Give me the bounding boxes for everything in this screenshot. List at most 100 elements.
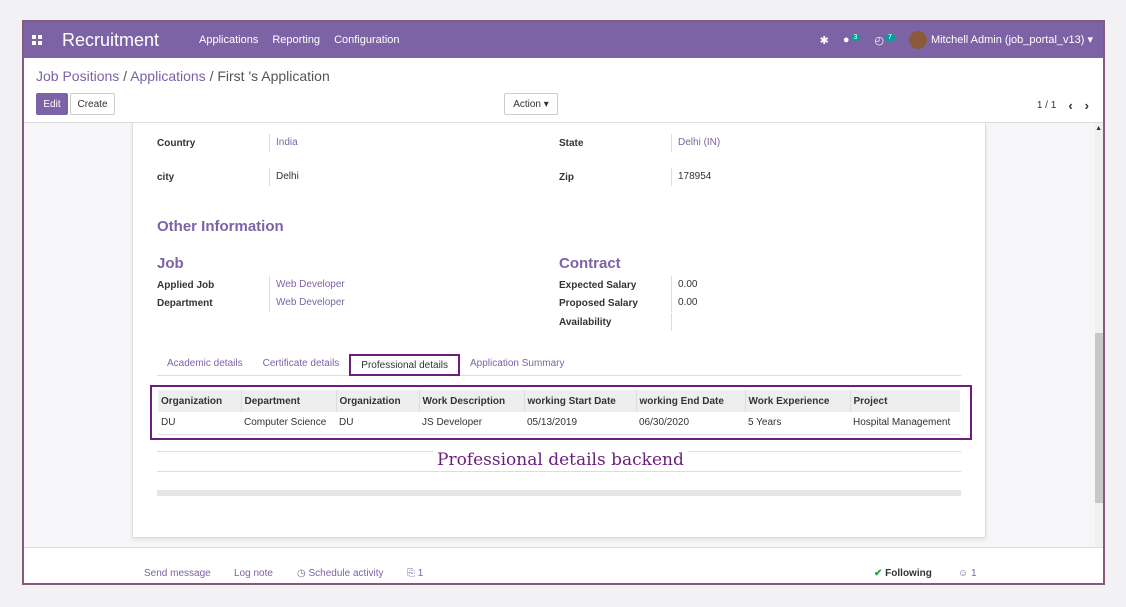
activities-icon[interactable]: ◴ 7 (874, 33, 895, 47)
department-value[interactable]: Web Developer (269, 294, 345, 312)
expected-salary-label: Expected Salary (559, 280, 637, 291)
top-navbar: Recruitment Applications Reporting Confi… (24, 22, 1103, 58)
followers-count: 1 (971, 568, 977, 579)
tab-professional-details[interactable]: Professional details (349, 354, 461, 376)
form-sheet: Country India State Delhi (IN) city Delh… (132, 123, 986, 538)
breadcrumb-applications[interactable]: Applications (130, 68, 206, 84)
job-section-title: Job (157, 255, 184, 272)
messages-badge: 3 (850, 34, 861, 41)
main-menu: Applications Reporting Configuration (199, 34, 399, 46)
zip-label: Zip (559, 172, 574, 183)
attachments-button[interactable]: ⎘ 1 (407, 568, 423, 579)
annotation-caption: Professional details backend (433, 450, 688, 470)
city-value: Delhi (269, 168, 299, 186)
availability-value (671, 313, 678, 331)
check-icon: ✔ (874, 568, 883, 579)
menu-configuration[interactable]: Configuration (334, 34, 399, 46)
breadcrumb-job-positions[interactable]: Job Positions (36, 68, 119, 84)
following-label: Following (885, 568, 932, 579)
notebook-tabs: Academic details Certificate details Pro… (157, 354, 961, 376)
pager-value[interactable]: 1 / 1 (1037, 100, 1056, 111)
table-header-row: Organization Department Organization Wor… (158, 390, 960, 412)
attachments-count: 1 (417, 568, 424, 579)
vertical-scrollbar[interactable]: ▲ (1095, 123, 1103, 547)
scroll-up-icon[interactable]: ▲ (1095, 125, 1102, 132)
col-work-experience[interactable]: Work Experience (744, 390, 850, 412)
col-organization-2[interactable]: Organization (335, 390, 419, 412)
menu-applications[interactable]: Applications (199, 34, 258, 46)
proposed-salary-label: Proposed Salary (559, 298, 638, 309)
apps-menu-icon[interactable] (32, 35, 46, 45)
schedule-activity-label: Schedule activity (308, 568, 384, 579)
following-button[interactable]: ✔ Following (874, 568, 932, 579)
scrollbar-thumb[interactable] (1095, 333, 1103, 503)
menu-reporting[interactable]: Reporting (272, 34, 320, 46)
breadcrumb-separator: / (123, 68, 128, 84)
table-row[interactable]: DU Computer Science DU JS Developer 05/1… (158, 412, 960, 435)
send-message-button[interactable]: Send message (144, 568, 211, 579)
department-label: Department (157, 298, 213, 309)
chevron-right-icon[interactable]: › (1085, 98, 1089, 113)
zip-value: 178954 (671, 168, 711, 186)
applied-job-label: Applied Job (157, 280, 215, 291)
paperclip-icon: ⎘ (407, 568, 415, 579)
state-value[interactable]: Delhi (IN) (671, 134, 720, 152)
col-department[interactable]: Department (240, 390, 336, 412)
create-button[interactable]: Create (70, 93, 115, 115)
country-label: Country (157, 138, 196, 149)
tab-academic-details[interactable]: Academic details (157, 354, 253, 376)
country-value[interactable]: India (269, 134, 298, 152)
tab-application-summary[interactable]: Application Summary (460, 354, 574, 376)
debug-bug-icon[interactable]: ✱ (820, 34, 829, 47)
systray: ✱ ● 3 ◴ 7 Mitchell Admin (job_portal_v13) … (820, 22, 1093, 58)
col-organization[interactable]: Organization (158, 390, 241, 412)
user-icon: ☺ (958, 568, 969, 579)
col-working-end-date[interactable]: working End Date (635, 390, 745, 412)
professional-details-highlight: Organization Department Organization Wor… (150, 385, 972, 440)
breadcrumb-current: First 's Application (217, 68, 330, 84)
edit-button[interactable]: Edit (36, 93, 68, 115)
other-information-title: Other Information (157, 218, 284, 235)
pager: 1 / 1 ‹ › (1037, 98, 1089, 113)
col-work-description[interactable]: Work Description (418, 390, 524, 412)
applied-job-value[interactable]: Web Developer (269, 276, 345, 294)
clock-icon: ◷ (297, 568, 306, 579)
state-label: State (559, 138, 584, 149)
table-footer-bar (157, 490, 961, 496)
action-dropdown[interactable]: Action ▾ (504, 93, 558, 115)
app-frame: Recruitment Applications Reporting Confi… (22, 20, 1105, 585)
app-brand: Recruitment (62, 29, 160, 50)
cell-work-description: JS Developer (419, 412, 524, 435)
form-content: Country India State Delhi (IN) city Delh… (24, 123, 1103, 547)
messages-icon[interactable]: ● 3 (843, 34, 861, 46)
availability-label: Availability (559, 317, 612, 328)
breadcrumb: Job Positions / Applications / First 's … (36, 68, 330, 84)
divider (157, 471, 961, 472)
chevron-left-icon[interactable]: ‹ (1068, 98, 1072, 113)
user-name: Mitchell Admin (job_portal_v13) (930, 33, 1085, 46)
cell-end-date: 06/30/2020 (636, 412, 745, 435)
breadcrumb-separator: / (209, 68, 214, 84)
cell-work-experience: 5 Years (745, 412, 850, 435)
cell-department: Computer Science (241, 412, 336, 435)
activities-badge: 7 (885, 33, 895, 41)
followers-button[interactable]: ☺ 1 (958, 568, 977, 579)
col-project[interactable]: Project (849, 390, 960, 412)
cell-start-date: 05/13/2019 (524, 412, 636, 435)
chatter-bar: Send message Log note ◷ Schedule activit… (24, 547, 1103, 583)
contract-section-title: Contract (559, 255, 621, 272)
log-note-button[interactable]: Log note (234, 568, 273, 579)
schedule-activity-button[interactable]: ◷ Schedule activity (297, 568, 384, 579)
city-label: city (157, 172, 175, 183)
expected-salary-value: 0.00 (671, 276, 697, 294)
col-working-start-date[interactable]: working Start Date (523, 390, 636, 412)
user-menu[interactable]: Mitchell Admin (job_portal_v13) ▾ (908, 31, 1093, 49)
caret-down-icon: ▾ (1087, 33, 1093, 46)
cell-project: Hospital Management (850, 412, 960, 435)
proposed-salary-value: 0.00 (671, 294, 697, 312)
professional-details-table: Organization Department Organization Wor… (158, 390, 960, 435)
cell-organization: DU (158, 412, 241, 435)
avatar (908, 31, 927, 49)
tab-certificate-details[interactable]: Certificate details (253, 354, 350, 376)
cell-organization-2: DU (336, 412, 419, 435)
